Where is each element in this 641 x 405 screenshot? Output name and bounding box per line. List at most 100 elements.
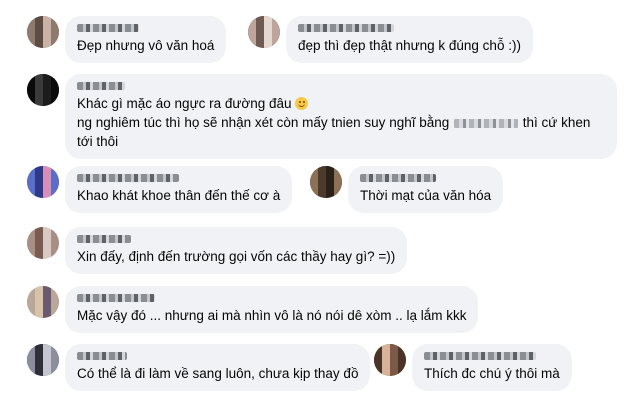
redacted-text: [454, 118, 519, 128]
avatar-pixel: [35, 174, 43, 182]
avatar-pixel: [43, 90, 51, 98]
commenter-name-redacted[interactable]: [360, 174, 436, 182]
avatar-pixel: [248, 24, 256, 32]
avatar-pixel: [35, 32, 43, 40]
avatar-pixel: [374, 352, 382, 360]
avatar[interactable]: [27, 16, 59, 48]
comment-text: Đẹp nhưng vô văn hoá: [77, 38, 215, 53]
avatar-pixel: [35, 368, 43, 376]
avatar-pixel: [43, 368, 51, 376]
avatar-pixel: [27, 227, 35, 235]
commenter-name-redacted[interactable]: [77, 352, 127, 360]
avatar-pixel: [51, 32, 59, 40]
avatar-pixel: [43, 310, 51, 318]
smiling-face-icon: [295, 97, 309, 110]
comment: Khác gì mặc áo ngực ra đường đâu ng nghi…: [27, 74, 617, 159]
avatar-pixel: [272, 16, 280, 24]
comment: Đẹp nhưng vô văn hoá: [27, 16, 227, 63]
avatar-pixel: [390, 368, 398, 376]
commenter-name-redacted[interactable]: [77, 24, 139, 32]
avatar-pixel: [43, 190, 51, 198]
avatar-pixel: [35, 90, 43, 98]
avatar-pixel: [51, 243, 59, 251]
avatar-pixel: [51, 24, 59, 32]
avatar-pixel: [35, 40, 43, 48]
avatar[interactable]: [27, 286, 59, 318]
comment-text: Khao khát khoe thân đến thế cơ à: [77, 188, 281, 203]
avatar-pixel: [51, 82, 59, 90]
avatar[interactable]: [27, 344, 59, 376]
avatar-pixel: [35, 302, 43, 310]
avatar-pixel: [256, 32, 264, 40]
avatar-pixel: [264, 40, 272, 48]
avatar-pixel: [35, 344, 43, 352]
commenter-name-redacted[interactable]: [77, 294, 155, 302]
comment: Mặc vậy đó ... nhưng ai mà nhìn vô là nó…: [27, 286, 479, 333]
commenter-name-redacted[interactable]: [77, 82, 125, 90]
avatar-pixel: [51, 251, 59, 259]
avatar-pixel: [248, 32, 256, 40]
avatar-pixel: [35, 98, 43, 106]
avatar-pixel: [43, 174, 51, 182]
avatar-pixel: [51, 182, 59, 190]
comment: Thời mạt của văn hóa: [310, 166, 504, 213]
avatar-pixel: [35, 166, 43, 174]
avatar[interactable]: [248, 16, 280, 48]
avatar-pixel: [27, 174, 35, 182]
avatar-pixel: [248, 16, 256, 24]
avatar-pixel: [27, 344, 35, 352]
avatar-pixel: [264, 24, 272, 32]
avatar-pixel: [334, 182, 342, 190]
avatar-pixel: [398, 360, 406, 368]
avatar-pixel: [382, 360, 390, 368]
avatar-pixel: [51, 98, 59, 106]
avatar-pixel: [256, 40, 264, 48]
avatar-pixel: [35, 286, 43, 294]
avatar[interactable]: [27, 166, 59, 198]
avatar-pixel: [43, 32, 51, 40]
avatar-pixel: [27, 16, 35, 24]
avatar[interactable]: [310, 166, 342, 198]
avatar-pixel: [51, 74, 59, 82]
avatar[interactable]: [27, 227, 59, 259]
avatar-pixel: [310, 174, 318, 182]
avatar-pixel: [398, 352, 406, 360]
avatar-pixel: [27, 74, 35, 82]
comment-bubble: đẹp thì đẹp thật nhưng k đúng chỗ :)): [286, 16, 533, 63]
comment-text: Thích đc chú ý thôi mà: [424, 366, 560, 381]
comment-bubble: Đẹp nhưng vô văn hoá: [65, 16, 227, 63]
avatar[interactable]: [374, 344, 406, 376]
avatar-pixel: [35, 310, 43, 318]
avatar-pixel: [27, 360, 35, 368]
avatar-pixel: [43, 24, 51, 32]
avatar-pixel: [43, 235, 51, 243]
comment: Có thể là đi làm về sang luôn, chưa kịp …: [27, 344, 371, 391]
avatar-pixel: [27, 294, 35, 302]
avatar-pixel: [310, 182, 318, 190]
avatar-pixel: [272, 32, 280, 40]
commenter-name-redacted[interactable]: [298, 24, 394, 32]
avatar-pixel: [272, 24, 280, 32]
avatar-pixel: [35, 182, 43, 190]
avatar-pixel: [35, 74, 43, 82]
avatar-pixel: [35, 251, 43, 259]
avatar[interactable]: [27, 74, 59, 106]
avatar-pixel: [27, 40, 35, 48]
avatar-pixel: [382, 368, 390, 376]
avatar-pixel: [43, 251, 51, 259]
avatar-pixel: [326, 190, 334, 198]
comment-text-line: ng nghiêm túc thì họ sẽ nhận xét còn mấy…: [77, 113, 605, 151]
avatar-pixel: [51, 344, 59, 352]
avatar-pixel: [27, 166, 35, 174]
commenter-name-redacted[interactable]: [77, 235, 131, 243]
avatar-pixel: [51, 90, 59, 98]
avatar-pixel: [51, 166, 59, 174]
avatar-pixel: [35, 16, 43, 24]
avatar-pixel: [374, 344, 382, 352]
avatar-pixel: [318, 174, 326, 182]
commenter-name-redacted[interactable]: [424, 352, 536, 360]
avatar-pixel: [27, 286, 35, 294]
avatar-pixel: [27, 368, 35, 376]
avatar-pixel: [27, 82, 35, 90]
commenter-name-redacted[interactable]: [77, 174, 179, 182]
